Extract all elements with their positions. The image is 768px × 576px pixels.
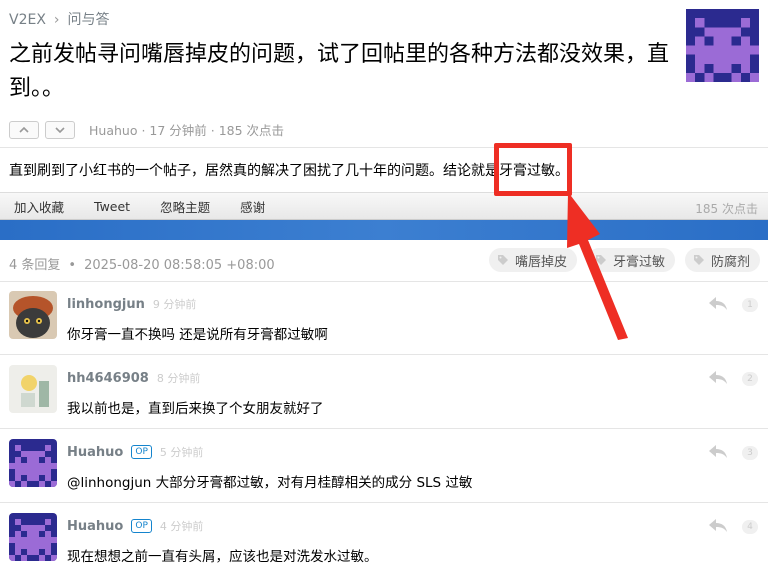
breadcrumb-node-link[interactable]: 问与答 (68, 12, 110, 28)
reply-arrow-icon[interactable] (708, 370, 728, 386)
reply-text: @linhongjun 大部分牙膏都过敏，对有月桂醇相关的成分 SLS 过敏 (67, 475, 473, 491)
reply-text: 你牙膏一直不换吗 还是说所有牙膏都过敏啊 (67, 327, 328, 343)
tag-label: 牙膏过敏 (612, 254, 665, 270)
floor-number: 3 (742, 446, 758, 460)
favorite-button[interactable]: 加入收藏 (14, 197, 64, 216)
tag-chip[interactable]: 牙膏过敏 (586, 248, 675, 272)
user-avatar[interactable] (9, 513, 57, 561)
reply-item: hh4646908 8 分钟前 我以前也是，直到后来换了个女朋友就好了 2 (0, 356, 768, 429)
reply-item: Huahuo OP 4 分钟前 现在想想之前一直有头屑，应该也是对洗发水过敏。 … (0, 504, 768, 576)
user-avatar[interactable] (9, 291, 57, 339)
topic-content: 直到刷到了小红书的一个帖子，居然真的解决了困扰了几十年的问题。结论就是牙膏过敏。 (9, 163, 569, 179)
reply-arrow-icon[interactable] (708, 296, 728, 312)
reply-username[interactable]: Huahuo (67, 519, 123, 534)
downvote-button[interactable] (45, 120, 75, 139)
reply-author-line: linhongjun 9 分钟前 (67, 296, 196, 312)
reply-username[interactable]: hh4646908 (67, 371, 149, 386)
reply-author-line: hh4646908 8 分钟前 (67, 370, 200, 386)
replies-header: 4 条回复 • 2025-08-20 08:58:05 +08:00 嘴唇掉皮 牙膏… (0, 240, 768, 282)
reply-time: 9 分钟前 (152, 298, 197, 311)
topic-meta-text: Huahuo · 17 分钟前 · 185 次点击 (89, 123, 285, 138)
hit-count: 185 次点击 (695, 202, 758, 216)
floor-number: 4 (742, 520, 758, 534)
floor-number: 1 (742, 298, 758, 312)
tag-label: 防腐剂 (710, 254, 750, 270)
reply-time: 5 分钟前 (159, 446, 204, 459)
reply-time: 8 分钟前 (156, 372, 201, 385)
reply-item: Huahuo OP 5 分钟前 @linhongjun 大部分牙膏都过敏，对有月… (0, 430, 768, 503)
breadcrumb-site-link[interactable]: V2EX (9, 12, 46, 28)
topic-header: V2EX › 问与答 之前发帖寻问嘴唇掉皮的问题，试了回帖里的各种方法都没效果，直到… (0, 0, 768, 148)
ad-banner[interactable] (0, 220, 768, 240)
topic-meta: Huahuo · 17 分钟前 · 185 次点击 (9, 120, 284, 139)
tag-chip[interactable]: 嘴唇掉皮 (488, 248, 577, 272)
op-badge: OP (131, 519, 152, 533)
tag-icon (595, 255, 606, 265)
topic-toolbar: 加入收藏 Tweet 忽略主题 感谢 185 次点击 (0, 192, 768, 220)
chevron-up-icon (19, 126, 29, 133)
reply-count: 4 条回复 (9, 258, 61, 273)
floor-number: 2 (742, 372, 758, 386)
reply-username[interactable]: Huahuo (67, 445, 123, 460)
tag-label: 嘴唇掉皮 (514, 254, 567, 270)
user-avatar[interactable] (9, 439, 57, 487)
thanks-button[interactable]: 感谢 (240, 197, 265, 216)
reply-username[interactable]: linhongjun (67, 297, 145, 312)
chevron-down-icon (55, 126, 65, 133)
breadcrumb: V2EX › 问与答 (9, 9, 110, 29)
reply-time: 4 分钟前 (159, 520, 204, 533)
reply-arrow-icon[interactable] (708, 444, 728, 460)
tag-icon (693, 255, 704, 265)
breadcrumb-separator: › (53, 12, 60, 28)
user-avatar[interactable] (9, 365, 57, 413)
op-badge: OP (131, 445, 152, 459)
reply-arrow-icon[interactable] (708, 518, 728, 534)
reply-text: 我以前也是，直到后来换了个女朋友就好了 (67, 401, 324, 417)
reply-author-line: Huahuo OP 4 分钟前 (67, 518, 203, 534)
reply-text: 现在想想之前一直有头屑，应该也是对洗发水过敏。 (67, 549, 378, 565)
tag-chip[interactable]: 防腐剂 (684, 248, 760, 272)
ignore-topic-button[interactable]: 忽略主题 (160, 197, 210, 216)
last-reply-datetime: 2025-08-20 08:58:05 +08:00 (84, 258, 275, 273)
reply-item: linhongjun 9 分钟前 你牙膏一直不换吗 还是说所有牙膏都过敏啊 1 (0, 282, 768, 355)
reply-author-line: Huahuo OP 5 分钟前 (67, 444, 203, 460)
tweet-button[interactable]: Tweet (94, 199, 130, 214)
tag-icon (497, 255, 508, 265)
upvote-button[interactable] (9, 120, 39, 139)
topic-title: 之前发帖寻问嘴唇掉皮的问题，试了回帖里的各种方法都没效果，直到。。 (9, 42, 670, 101)
tag-list: 嘴唇掉皮 牙膏过敏 防腐剂 (488, 248, 760, 272)
author-avatar-large[interactable] (686, 9, 759, 82)
reply-stats: 4 条回复 • 2025-08-20 08:58:05 +08:00 (9, 254, 275, 273)
stat-separator: • (68, 258, 77, 273)
